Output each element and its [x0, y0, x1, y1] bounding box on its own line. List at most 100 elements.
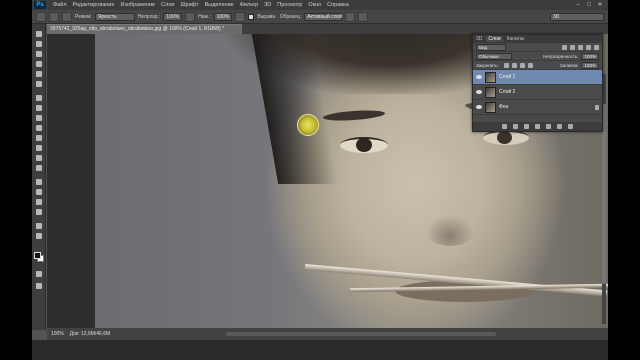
healing-tool-icon[interactable]	[35, 94, 43, 102]
close-icon[interactable]: ✕	[596, 2, 604, 8]
flow-field[interactable]: 100%	[213, 12, 233, 21]
zoom-tool-icon[interactable]	[35, 232, 43, 240]
minimize-icon[interactable]: –	[574, 2, 582, 8]
layer-row-background[interactable]: Фон	[473, 100, 602, 115]
filter-shape-icon[interactable]	[586, 44, 591, 50]
blur-tool-icon[interactable]	[35, 154, 43, 162]
layer-opacity-field[interactable]: 100%	[581, 52, 599, 60]
document-size[interactable]: Док: 12,9M/46,6M	[70, 331, 110, 337]
eraser-tool-icon[interactable]	[35, 134, 43, 142]
pressure-size-icon[interactable]	[358, 11, 369, 22]
mode-select[interactable]: Яркость	[94, 12, 135, 21]
visibility-eye-icon[interactable]	[476, 90, 482, 94]
left-iris	[356, 138, 372, 152]
menu-window[interactable]: Окно	[305, 2, 324, 8]
gradient-tool-icon[interactable]	[35, 144, 43, 152]
ignore-adjustment-icon[interactable]	[345, 11, 356, 22]
menu-edit[interactable]: Редактирование	[70, 2, 118, 8]
layer-style-icon[interactable]	[513, 124, 518, 129]
tab-channels[interactable]: Каналы	[507, 36, 525, 42]
opacity-field[interactable]: 100%	[163, 12, 183, 21]
pen-tool-icon[interactable]	[35, 178, 43, 186]
quick-select-tool-icon[interactable]	[35, 60, 43, 68]
new-layer-icon[interactable]	[557, 124, 562, 129]
menu-image[interactable]: Изображение	[117, 2, 158, 8]
screen-mode-icon[interactable]	[35, 282, 43, 290]
maximize-icon[interactable]: □	[585, 2, 593, 8]
foreground-color-swatch[interactable]	[34, 252, 41, 259]
bottom-letterbox	[32, 340, 608, 360]
brush-preset-icon[interactable]	[49, 11, 59, 22]
blend-row: Обычные Непрозрачность: 100%	[473, 52, 602, 61]
lock-position-icon[interactable]	[519, 62, 525, 68]
filter-smart-icon[interactable]	[594, 44, 599, 50]
zoom-level[interactable]: 100%	[51, 331, 64, 337]
visibility-eye-icon[interactable]	[476, 105, 482, 109]
hand-tool-icon[interactable]	[35, 222, 43, 230]
fill-field[interactable]: 100%	[581, 61, 599, 69]
tab-layers[interactable]: Слои	[486, 36, 503, 42]
menu-3d[interactable]: 3D	[261, 2, 274, 8]
brush-tool-icon[interactable]	[35, 104, 43, 112]
aligned-label: Выравн.	[257, 13, 277, 20]
document-tab[interactable]: 3976742_925ap_otlp_obrabotano_obrabotano…	[47, 24, 242, 34]
quick-mask-icon[interactable]	[35, 270, 43, 278]
lock-transparency-icon[interactable]	[503, 62, 509, 68]
menu-view[interactable]: Просмотр	[274, 2, 305, 8]
link-layers-icon[interactable]	[502, 124, 507, 129]
stamp-tool-icon[interactable]	[36, 11, 46, 22]
lasso-tool-icon[interactable]	[35, 50, 43, 58]
layer-filter-select[interactable]: Вид	[476, 43, 506, 51]
filter-type-icon[interactable]	[578, 44, 583, 50]
layer-row-1[interactable]: Слой 1	[473, 70, 602, 85]
new-group-icon[interactable]	[546, 124, 551, 129]
tab-3d[interactable]: 3D	[476, 36, 482, 42]
lock-all-icon[interactable]	[527, 62, 533, 68]
menu-filter[interactable]: Фильтр	[237, 2, 261, 8]
layer-row-2[interactable]: Слой 2	[473, 85, 602, 100]
horizontal-scrollbar[interactable]	[226, 332, 497, 336]
type-tool-icon[interactable]	[35, 188, 43, 196]
layer-thumbnail	[485, 71, 496, 83]
filter-icons	[562, 44, 599, 50]
sample-select[interactable]: Активный слой	[304, 12, 343, 21]
filter-adjust-icon[interactable]	[570, 44, 575, 50]
dodge-tool-icon[interactable]	[35, 164, 43, 172]
app-logo: Ps	[34, 1, 46, 9]
aligned-checkbox[interactable]	[248, 13, 255, 20]
right-iris	[497, 131, 512, 144]
brush-panel-icon[interactable]	[62, 11, 72, 22]
mode-label: Режим:	[75, 13, 92, 20]
move-tool-icon[interactable]	[35, 30, 43, 38]
menu-help[interactable]: Справка	[324, 2, 352, 8]
workspace-select[interactable]: 3D	[550, 12, 604, 21]
shape-tool-icon[interactable]	[35, 208, 43, 216]
options-bar: Режим: Яркость Непрозр.: 100% Наж.: 100%…	[32, 10, 608, 24]
lock-pixels-icon[interactable]	[511, 62, 517, 68]
layers-footer	[473, 122, 602, 131]
adjustment-layer-icon[interactable]	[535, 124, 540, 129]
menu-select[interactable]: Выделение	[202, 2, 237, 8]
marquee-tool-icon[interactable]	[35, 40, 43, 48]
airbrush-icon[interactable]	[235, 11, 246, 22]
menu-file[interactable]: Файл	[50, 2, 70, 8]
pressure-opacity-icon[interactable]	[185, 11, 196, 22]
clone-stamp-tool-icon[interactable]	[35, 114, 43, 122]
history-brush-tool-icon[interactable]	[35, 124, 43, 132]
layer-name: Слой 2	[499, 89, 516, 95]
photoshop-window: Ps Файл Редактирование Изображение Слои …	[32, 0, 608, 340]
crop-tool-icon[interactable]	[35, 70, 43, 78]
add-mask-icon[interactable]	[524, 124, 529, 129]
layer-thumbnail	[485, 101, 496, 113]
filter-pixel-icon[interactable]	[562, 44, 567, 50]
brush-cursor	[297, 114, 319, 136]
path-select-tool-icon[interactable]	[35, 198, 43, 206]
delete-layer-icon[interactable]	[568, 124, 573, 129]
menu-type[interactable]: Шрифт	[177, 2, 201, 8]
flow-label: Наж.:	[198, 13, 211, 20]
blend-mode-select[interactable]: Обычные	[476, 52, 512, 60]
visibility-eye-icon[interactable]	[476, 75, 482, 79]
menu-layers[interactable]: Слои	[158, 2, 177, 8]
lock-icon	[595, 104, 599, 110]
eyedropper-tool-icon[interactable]	[35, 80, 43, 88]
